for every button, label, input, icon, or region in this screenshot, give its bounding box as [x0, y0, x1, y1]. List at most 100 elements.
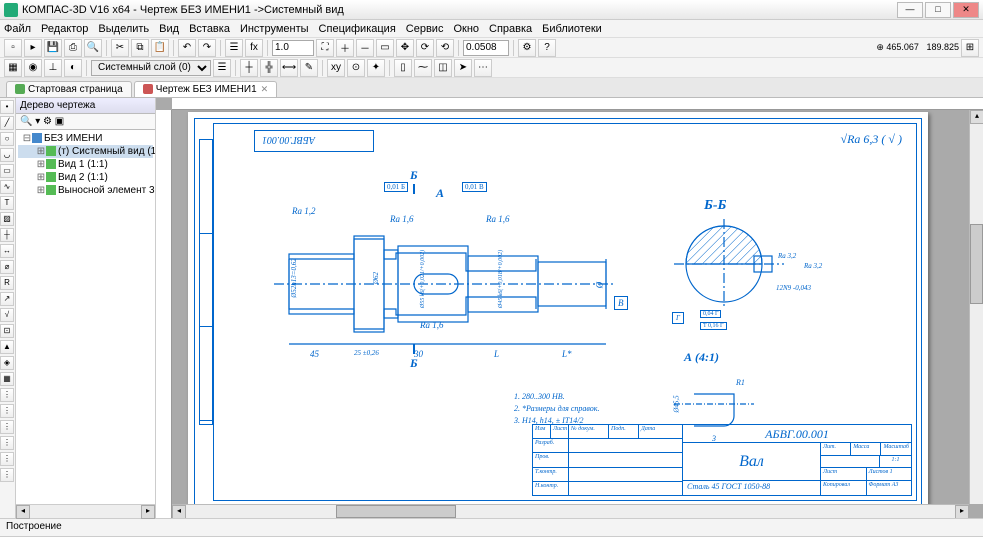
rotate-icon[interactable]: ⟳ — [416, 39, 434, 57]
break-icon[interactable]: ⁓ — [414, 59, 432, 77]
help-icon[interactable]: ? — [538, 39, 556, 57]
step-input[interactable] — [463, 40, 509, 56]
menu-tools[interactable]: Инструменты — [240, 23, 309, 35]
track-icon[interactable]: ╬ — [260, 59, 278, 77]
cut-icon[interactable]: ✂ — [111, 39, 129, 57]
minimize-button[interactable]: — — [897, 2, 923, 18]
point-icon[interactable]: • — [0, 100, 14, 114]
print-icon[interactable]: ⎙ — [64, 39, 82, 57]
zoom-input[interactable] — [272, 40, 314, 56]
zoom-fit-icon[interactable]: ⛶ — [316, 39, 334, 57]
canvas-scroll-h[interactable]: ◂▸ — [172, 504, 969, 518]
paste-icon[interactable]: 📋 — [151, 39, 169, 57]
menu-help[interactable]: Справка — [489, 23, 532, 35]
settings-icon[interactable]: ⚙ — [518, 39, 536, 57]
round-icon[interactable]: ◐ — [64, 59, 82, 77]
dim-d: Ø — [594, 282, 604, 289]
save-icon[interactable]: 💾 — [44, 39, 62, 57]
menu-insert[interactable]: Вставка — [189, 23, 230, 35]
tree-detail-view[interactable]: ⊞Выносной элемент 3 (4:1) — [18, 184, 153, 197]
more4-icon[interactable]: ⋮ — [0, 436, 14, 450]
more3-icon[interactable]: ⋮ — [0, 420, 14, 434]
tab-close-icon[interactable]: ✕ — [261, 84, 269, 94]
menu-libs[interactable]: Библиотеки — [542, 23, 602, 35]
preview-icon[interactable]: 🔍 — [84, 39, 102, 57]
rect-icon[interactable]: ▭ — [0, 164, 14, 178]
menu-file[interactable]: Файл — [4, 23, 31, 35]
arc-icon[interactable]: ◡ — [0, 148, 14, 162]
ortho-icon[interactable]: ⊥ — [44, 59, 62, 77]
rough-icon[interactable]: √ — [0, 308, 14, 322]
coord-lock-icon[interactable]: ⊞ — [961, 39, 979, 57]
dim-rad-icon[interactable]: R — [0, 276, 14, 290]
views-icon[interactable]: ▯ — [394, 59, 412, 77]
vars-icon[interactable]: fx — [245, 39, 263, 57]
layer-mgr-icon[interactable]: ☰ — [213, 59, 231, 77]
lcs-icon[interactable]: ⊙ — [347, 59, 365, 77]
tree-scroll-h[interactable]: ◂▸ — [16, 504, 155, 518]
axis-icon[interactable]: ┼ — [0, 228, 14, 242]
menu-service[interactable]: Сервис — [406, 23, 444, 35]
extra-icon[interactable]: ⋯ — [474, 59, 492, 77]
table-icon[interactable]: ▦ — [0, 372, 14, 386]
hatch-icon[interactable]: ▨ — [0, 212, 14, 226]
spline-icon[interactable]: ∿ — [0, 180, 14, 194]
dim-icon[interactable]: ⟷ — [280, 59, 298, 77]
redo-icon[interactable]: ↷ — [198, 39, 216, 57]
menu-select[interactable]: Выделить — [98, 23, 149, 35]
doc-icon — [143, 84, 153, 94]
dim-Lstar: L* — [562, 349, 572, 359]
tree-system-view[interactable]: ⊞(т) Системный вид (1:1) — [18, 145, 153, 158]
edit-icon[interactable]: ✎ — [300, 59, 318, 77]
edit-view-icon[interactable]: ◫ — [434, 59, 452, 77]
layer-select[interactable]: Системный слой (0) — [91, 60, 211, 76]
canvas-scroll-v[interactable]: ▴ — [969, 110, 983, 504]
refresh-icon[interactable]: ⟲ — [436, 39, 454, 57]
zoom-out-icon[interactable]: － — [356, 39, 374, 57]
zoom-window-icon[interactable]: ▭ — [376, 39, 394, 57]
tb-dev: Разраб. — [533, 439, 569, 452]
tab-start-page[interactable]: Стартовая страница — [6, 81, 132, 97]
tree-view-2[interactable]: ⊞Вид 2 (1:1) — [18, 171, 153, 184]
menu-view[interactable]: Вид — [159, 23, 179, 35]
coord-xy: ⊕ 465.067 189.825 — [876, 42, 959, 53]
menu-spec[interactable]: Спецификация — [319, 23, 396, 35]
tb-sign: Подп. — [609, 425, 639, 438]
tb-format: Формат А3 — [867, 481, 912, 495]
leader-icon[interactable]: ↗ — [0, 292, 14, 306]
tree-root[interactable]: ⊟БЕЗ ИМЕНИ — [18, 132, 153, 145]
more2-icon[interactable]: ⋮ — [0, 404, 14, 418]
tolerance-icon[interactable]: ⊡ — [0, 324, 14, 338]
pan-icon[interactable]: ✥ — [396, 39, 414, 57]
menu-bar: Файл Редактор Выделить Вид Вставка Инстр… — [0, 20, 983, 38]
circle-icon[interactable]: ○ — [0, 132, 14, 146]
open-icon[interactable]: ▸ — [24, 39, 42, 57]
more6-icon[interactable]: ⋮ — [0, 468, 14, 482]
drawing-canvas[interactable]: АБВГ.00.001 √Ra 6,3 ( √ ) — [156, 98, 983, 518]
menu-window[interactable]: Окно — [453, 23, 479, 35]
more5-icon[interactable]: ⋮ — [0, 452, 14, 466]
menu-edit[interactable]: Редактор — [41, 23, 88, 35]
datum-icon[interactable]: ▲ — [0, 340, 14, 354]
copy-icon[interactable]: ⧉ — [131, 39, 149, 57]
new-icon[interactable]: ▫ — [4, 39, 22, 57]
origin-icon[interactable]: ✦ — [367, 59, 385, 77]
more-icon[interactable]: ⋮ — [0, 388, 14, 402]
text-icon[interactable]: T — [0, 196, 14, 210]
close-button[interactable]: ✕ — [953, 2, 979, 18]
grid-icon[interactable]: ▦ — [4, 59, 22, 77]
zoom-in-icon[interactable]: ＋ — [336, 39, 354, 57]
tab-drawing[interactable]: Чертеж БЕЗ ИМЕНИ1✕ — [134, 81, 278, 97]
manager-icon[interactable]: ☰ — [225, 39, 243, 57]
ortho2-icon[interactable]: ┼ — [240, 59, 258, 77]
mark-icon[interactable]: ◈ — [0, 356, 14, 370]
tree-view-1[interactable]: ⊞Вид 1 (1:1) — [18, 158, 153, 171]
maximize-button[interactable]: □ — [925, 2, 951, 18]
undo-icon[interactable]: ↶ — [178, 39, 196, 57]
dim-linear-icon[interactable]: ↔ — [0, 244, 14, 258]
arrow-icon[interactable]: ➤ — [454, 59, 472, 77]
dim-dia-icon[interactable]: ⌀ — [0, 260, 14, 274]
line-icon[interactable]: ╱ — [0, 116, 14, 130]
xyz-icon[interactable]: xy — [327, 59, 345, 77]
snap-icon[interactable]: ◉ — [24, 59, 42, 77]
